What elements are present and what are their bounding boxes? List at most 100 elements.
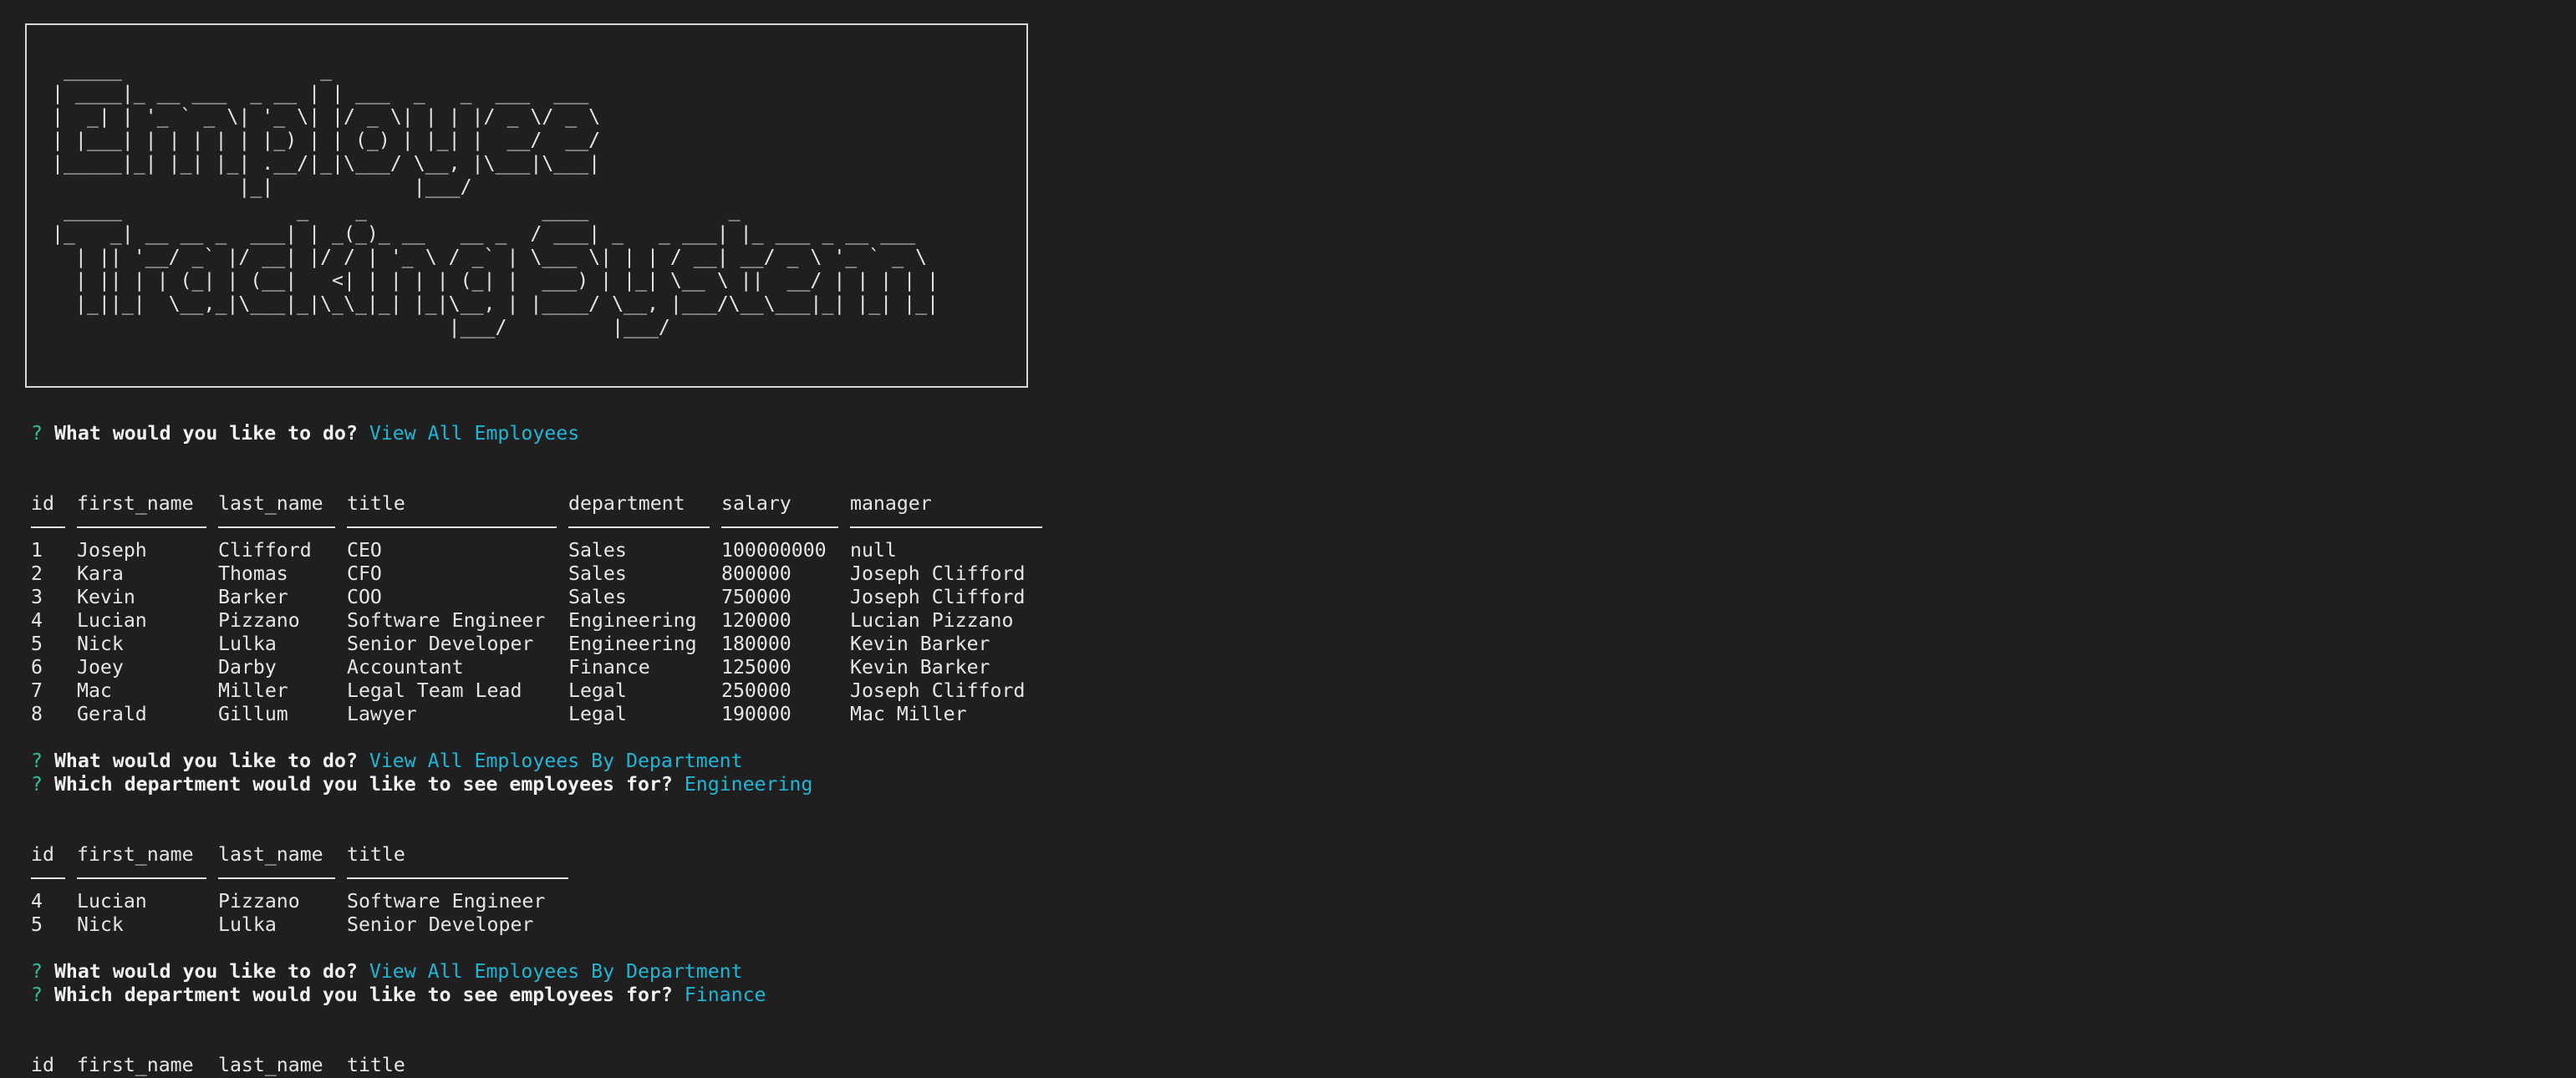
table-cell: Lucian	[77, 609, 147, 632]
prompt-line: ? Which department would you like to see…	[31, 773, 812, 796]
table-cell: 100000000	[721, 539, 827, 562]
table-cell: CFO	[347, 562, 382, 585]
table-cell: Legal	[568, 679, 627, 702]
table-cell: 800000	[721, 562, 792, 585]
table-cell: 3	[31, 586, 43, 608]
table-cell: CEO	[347, 539, 382, 562]
column-header: manager	[850, 492, 932, 515]
table-cell: 750000	[721, 586, 792, 608]
prompt-mark: ?	[31, 750, 43, 772]
prompt-mark: ?	[31, 422, 43, 445]
column-header: id	[31, 1054, 54, 1076]
prompt-mark: ?	[31, 773, 43, 796]
table-row: 4 Lucian Pizzano Software Engineer	[31, 890, 568, 913]
table-cell: Engineering	[568, 633, 697, 655]
prompt-answer: View All Employees By Department	[369, 960, 743, 983]
table-cell: Legal	[568, 703, 627, 725]
column-header: id	[31, 843, 54, 866]
table-cell: 2	[31, 562, 43, 585]
table-cell: Nick	[77, 633, 124, 655]
table-cell: Kevin Barker	[850, 656, 990, 679]
prompt-answer: Finance	[684, 984, 766, 1006]
table-cell: Darby	[218, 656, 277, 679]
column-header: first_name	[77, 1054, 194, 1076]
table-cell: 250000	[721, 679, 792, 702]
table-cell: Sales	[568, 539, 627, 562]
column-header: department	[568, 492, 685, 515]
banner-art-line: _____ _ _ ____ _	[52, 199, 741, 221]
table-cell: Legal Team Lead	[347, 679, 522, 702]
banner-art-line: | || | | (_| | (__| <| | | | | (_| | ___…	[52, 269, 939, 292]
table-row: 8 Gerald Gillum Lawyer Legal 190000 Mac Miller	[31, 703, 1042, 726]
table-cell: Joseph Clifford	[850, 586, 1026, 608]
column-header: title	[347, 843, 405, 866]
table-cell: Lulka	[218, 633, 277, 655]
table-cell: Gerald	[77, 703, 147, 725]
prompt-question: What would you like to do?	[53, 960, 358, 983]
banner-art-line: |_||_| \__,_|\___|_|\_\_|_| |_|\__, | |_…	[52, 292, 939, 315]
banner-art-line: |___/ |___/	[52, 316, 670, 338]
table-cell: Mac Miller	[850, 703, 967, 725]
banner-art-line: | ____|_ __ ___ _ __ | | ___ _ _ ___ ___	[52, 82, 589, 104]
table-cell: 180000	[721, 633, 792, 655]
banner-art-line: | _| | '_ ` _ \| '_ \| |/ _ \| | | |/ _ …	[52, 105, 601, 128]
banner-art-line: | |___| | | | | | |_) | | (_) | |_| | __…	[52, 129, 601, 151]
table-cell: Nick	[77, 913, 124, 936]
column-header: first_name	[77, 492, 194, 515]
table-row: 4 Lucian Pizzano Software Engineer Engineeri…	[31, 609, 1042, 633]
banner-art-line: |_ _| __ __ _ ___| | _(_)_ __ __ _ / ___…	[52, 222, 916, 245]
table-cell: 7	[31, 679, 43, 702]
banner-art-line: _____ _	[52, 58, 333, 81]
table-cell: COO	[347, 586, 382, 608]
table-cell: Pizzano	[218, 890, 300, 913]
column-header: title	[347, 1054, 405, 1076]
ascii-banner: _____ _ | ____|_ __ ___ _ __ | | ___ _ _ …	[25, 23, 1028, 388]
column-header: first_name	[77, 843, 194, 866]
table-cell: 6	[31, 656, 43, 679]
table-row: 5 Nick Lulka Senior Developer Engineering 180…	[31, 633, 1042, 656]
table-cell: Clifford	[218, 539, 312, 562]
prompt-line: ? What would you like to do? View All Em…	[31, 422, 579, 445]
table-row: 1 Joseph Clifford CEO Sales 100000000 null	[31, 539, 1042, 562]
table-cell: Engineering	[568, 609, 697, 632]
prompt-mark: ?	[31, 984, 43, 1006]
prompt-question: Which department would you like to see e…	[53, 773, 673, 796]
finance-table: id first_name last_name title	[31, 1054, 568, 1077]
table-row: 6 Joey Darby Accountant Finance 125000 Kevin B…	[31, 656, 1042, 679]
table-cell: Lawyer	[347, 703, 417, 725]
column-header: salary	[721, 492, 792, 515]
table-cell: 120000	[721, 609, 792, 632]
table-row: 7 Mac Miller Legal Team Lead Legal 250000 Jose…	[31, 679, 1042, 703]
header-separator	[31, 867, 568, 890]
table-cell: Lulka	[218, 913, 277, 936]
table-row: 3 Kevin Barker COO Sales 750000 Joseph Cliffor…	[31, 586, 1042, 609]
table-cell: Software Engineer	[347, 890, 546, 913]
table-cell: Lucian Pizzano	[850, 609, 1014, 632]
prompt-question: What would you like to do?	[53, 750, 358, 772]
employees-table: id first_name last_name title department…	[31, 492, 1042, 726]
table-header-row: id first_name last_name title	[31, 843, 568, 867]
engineering-table: id first_name last_name title 4 Lucian Piz…	[31, 843, 568, 937]
prompt-line: ? Which department would you like to see…	[31, 984, 766, 1007]
banner-art-line: | || '__/ _` |/ __| |/ / | '_ \ / _` | \…	[52, 246, 928, 268]
banner-art: _____ _ | ____|_ __ ___ _ __ | | ___ _ _ …	[27, 25, 1026, 339]
column-header: last_name	[218, 843, 323, 866]
table-header-row: id first_name last_name title department…	[31, 492, 1042, 516]
table-cell: null	[850, 539, 897, 562]
banner-art-line: |_____|_| |_| |_| .__/|_|\___/ \__, |\__…	[52, 152, 601, 175]
table-cell: Kevin	[77, 586, 135, 608]
prompt-answer: View All Employees By Department	[369, 750, 743, 772]
banner-art-line: |_| |___/	[52, 175, 472, 198]
table-cell: Senior Developer	[347, 633, 534, 655]
header-separator	[31, 516, 1042, 539]
table-cell: Kevin Barker	[850, 633, 990, 655]
table-cell: Thomas	[218, 562, 288, 585]
prompt-line: ? What would you like to do? View All Em…	[31, 750, 743, 773]
table-cell: 4	[31, 890, 43, 913]
column-header: last_name	[218, 492, 323, 515]
table-cell: 4	[31, 609, 43, 632]
prompt-mark: ?	[31, 960, 43, 983]
table-header-row: id first_name last_name title	[31, 1054, 568, 1077]
table-cell: Pizzano	[218, 609, 300, 632]
table-cell: Finance	[568, 656, 650, 679]
